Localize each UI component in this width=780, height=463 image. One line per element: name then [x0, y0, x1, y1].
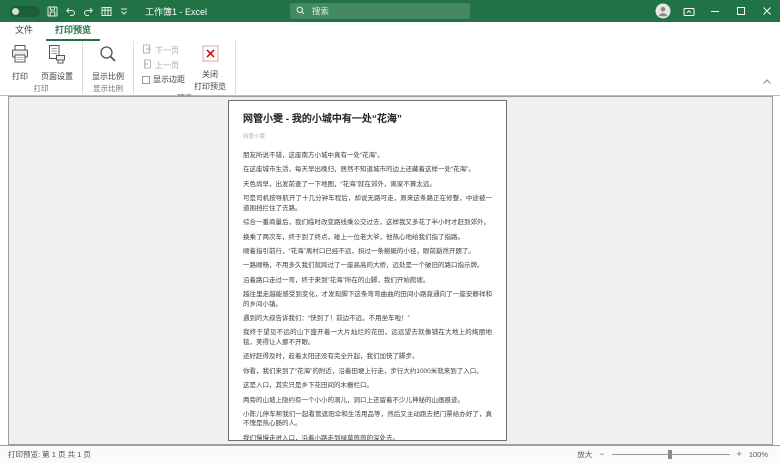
search-icon [296, 2, 305, 20]
document-paragraph: 越往里走越能感受到变化，才发现脚下这条弯弯曲曲的田间小路竟通向了一座安静祥和的乡… [243, 290, 492, 309]
group-label-zoom: 显示比例 [87, 82, 129, 97]
document-paragraph: 还好赶得及时，趁着太阳还没有完全升起，我们加快了脚步。 [243, 352, 492, 361]
customize-qat-chevron-icon[interactable] [119, 6, 129, 16]
prev-page-button[interactable]: 上一页 [142, 59, 185, 71]
zoom-slider-knob[interactable] [668, 450, 672, 459]
page-setup-button-label: 页面设置 [41, 72, 73, 82]
page-setup-button[interactable]: 页面设置 [36, 41, 78, 82]
group-print: 打印 页面设置 打印 [0, 41, 83, 94]
zoom-label: 放大 [577, 449, 592, 460]
document-paragraph: 天色尚早，出发前查了一下地图，“花海”就在郊外，离家不算太远。 [243, 180, 492, 189]
ribbon-body: 打印 页面设置 打印 显示比例 显示比例 [0, 41, 780, 94]
group-zoom: 显示比例 显示比例 [83, 41, 134, 94]
document-paragraph: 朋友所说不错，这座南方小城中真有一处“花海”。 [243, 151, 492, 160]
preview-nav-stack: 下一页 上一页 显示边距 [138, 41, 189, 85]
close-preview-icon [201, 44, 220, 68]
document-paragraph: 换乘了两次车，终于到了终点，碰上一位老大爷，他热心地给我们指了指路。 [243, 233, 492, 242]
ribbon-display-options-icon[interactable] [676, 0, 702, 22]
document-body: 朋友所说不错，这座南方小城中真有一处“花海”。在这座城市生活，每天早出晚归，居然… [243, 151, 492, 441]
zoom-percentage[interactable]: 100% [749, 450, 768, 459]
document-paragraph: 在这座城市生活，每天早出晚归，居然不知道城市的边上还藏着这样一处“花海”。 [243, 165, 492, 174]
title-bar: 工作簿1 - Excel [0, 0, 780, 22]
redo-icon[interactable] [83, 6, 94, 17]
ribbon-tabs: 文件 打印预览 [0, 22, 780, 41]
magnifier-icon [97, 44, 119, 70]
collapse-ribbon-chevron-icon[interactable] [762, 73, 772, 91]
window-title: 工作簿1 - Excel [145, 5, 207, 18]
document-paragraph: 小陈儿停车帮我们一起看管遮阳伞和生活用品等，然后又主动跑去把门票给办好了，真不愧… [243, 410, 492, 429]
zoom-button[interactable]: 显示比例 [87, 41, 129, 82]
user-avatar[interactable] [650, 0, 676, 22]
zoom-in-button[interactable]: + [737, 450, 742, 459]
print-preview-area: 网管小雯 - 我的小城中有一处“花海” 网管小雯 朋友所说不错，这座南方小城中真… [8, 96, 773, 445]
page-setup-icon [46, 44, 68, 70]
prev-page-label: 上一页 [155, 60, 179, 71]
document-paragraph: 顺着指引前行，“花海”离村口已经不远，拐过一条蜿蜒的小径，眼前豁然开朗了。 [243, 247, 492, 256]
zoom-controls: 放大 − + 100% [577, 449, 780, 460]
prev-page-icon [142, 59, 152, 71]
toggle-knob-icon [12, 8, 19, 15]
document-paragraph: 遇到的大叔告诉我们：“快到了！前边不远，不用坐车啦！” [243, 314, 492, 323]
zoom-out-button[interactable]: − [599, 450, 604, 459]
close-button[interactable] [754, 0, 780, 22]
close-preview-label-line1: 关闭 [202, 70, 218, 80]
zoom-slider[interactable] [612, 454, 730, 455]
status-page-info: 打印预览: 第 1 页 共 1 页 [0, 449, 91, 460]
document-paragraph: 你看，我们来到了“花海”的附近，沿着田埂上行走，步行大约1000米就来到了入口。 [243, 367, 492, 376]
close-preview-label-line2: 打印预览 [194, 82, 226, 92]
restore-button[interactable] [728, 0, 754, 22]
show-margins-checkbox[interactable] [142, 76, 150, 84]
show-margins-checkbox-item[interactable]: 显示边距 [142, 74, 185, 85]
print-button[interactable]: 打印 [4, 41, 36, 82]
search-box[interactable] [290, 3, 470, 19]
group-label-print: 打印 [4, 82, 78, 97]
document-title: 网管小雯 - 我的小城中有一处“花海” [243, 110, 492, 125]
ribbon: 文件 打印预览 打印 页面设置 打印 显示比例 [0, 22, 780, 96]
document-paragraph: 一路顺畅，不用多久我们就跨过了一座高高的大桥，远处是一个破旧的路口指示牌。 [243, 261, 492, 270]
close-print-preview-button[interactable]: 关闭 打印预览 [189, 41, 231, 91]
document-byline: 网管小雯 [243, 132, 492, 140]
save-icon[interactable] [47, 6, 58, 17]
tab-print-preview[interactable]: 打印预览 [46, 21, 100, 41]
quick-access-toolbar [0, 6, 129, 17]
zoom-button-label: 显示比例 [92, 72, 124, 82]
document-paragraph: 我们慢慢走进入口，沿着小路走到绿草茵茵的深处去。 [243, 434, 492, 441]
status-bar: 打印预览: 第 1 页 共 1 页 放大 − + 100% [0, 445, 780, 463]
next-page-label: 下一页 [155, 45, 179, 56]
search-input[interactable] [310, 5, 454, 17]
document-paragraph: 这是入口，其实只是乡下花田间的木栅栏口。 [243, 381, 492, 390]
tab-file[interactable]: 文件 [6, 21, 42, 41]
document-paragraph: 可是司机按导航开了十几分钟车程后，却说无路可走，原来这条路正在修整，中途被一道围… [243, 194, 492, 213]
document-paragraph: 综合一番商量后，我们临时改变路线乘公交过去，这样我又多花了半小时才赶到郊外。 [243, 218, 492, 227]
autosave-toggle[interactable] [10, 6, 40, 17]
minimize-button[interactable] [702, 0, 728, 22]
undo-icon[interactable] [65, 6, 76, 17]
show-margins-label: 显示边距 [153, 74, 185, 85]
next-page-button[interactable]: 下一页 [142, 44, 185, 56]
table-icon[interactable] [101, 6, 112, 17]
document-paragraph: 我终于望见不远的山下盛开着一大片灿烂的花田，远远望去就像铺在大地上的绚丽地毯，美… [243, 328, 492, 347]
document-paragraph: 两旁的山坡上隐约有一个小小的洞儿，洞口上还留着不少儿神秘的山画痕迹。 [243, 396, 492, 405]
print-button-label: 打印 [12, 72, 28, 82]
printer-icon [9, 44, 31, 70]
group-preview: 下一页 上一页 显示边距 关闭 打印预览 预览 [134, 41, 236, 94]
next-page-icon [142, 44, 152, 56]
document-page: 网管小雯 - 我的小城中有一处“花海” 网管小雯 朋友所说不错，这座南方小城中真… [228, 100, 507, 441]
window-controls [650, 0, 780, 22]
document-paragraph: 沿着路口走过一弯，终于来到“花海”所在的山脚，我们开始爬坡。 [243, 276, 492, 285]
